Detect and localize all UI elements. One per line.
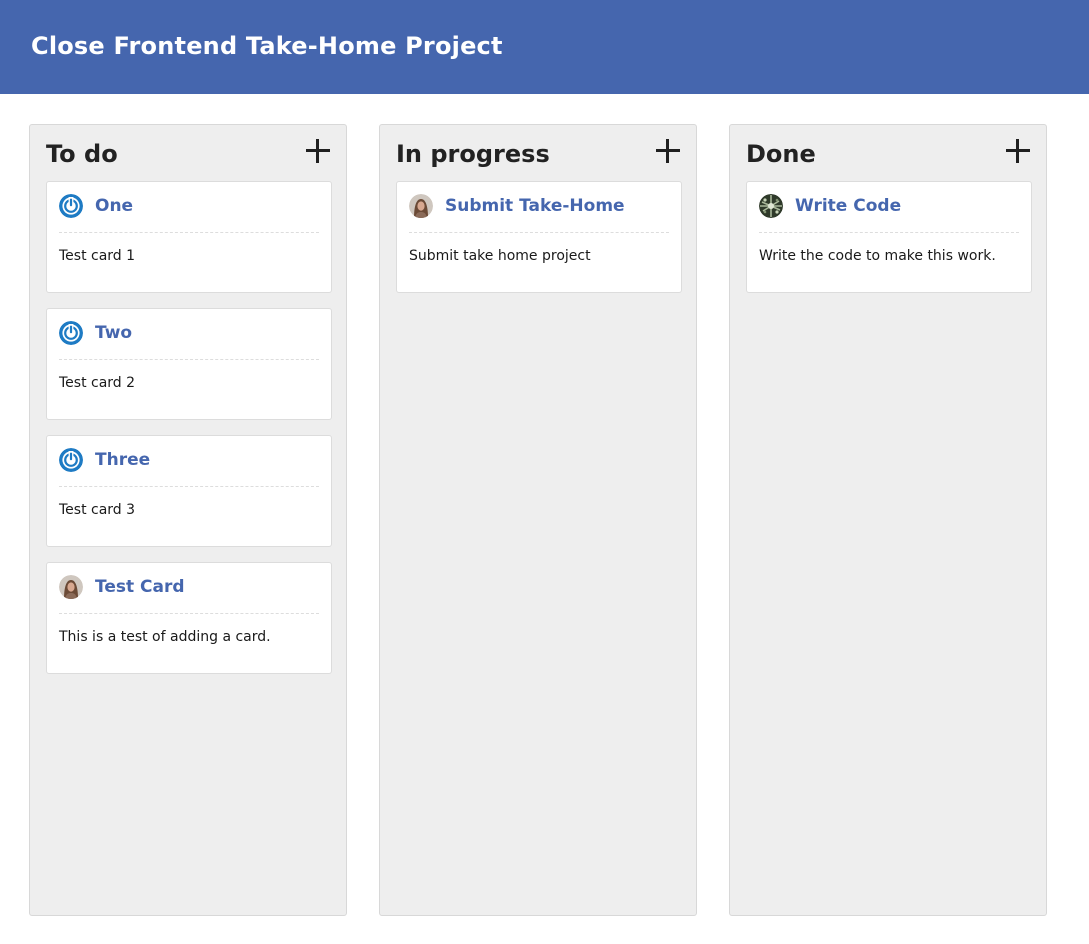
user-photo-avatar: [409, 194, 433, 218]
pattern-avatar: [759, 194, 783, 218]
column-title: In progress: [396, 140, 550, 168]
column-title: To do: [46, 140, 118, 168]
card-description: Write the code to make this work.: [759, 248, 996, 264]
card-title[interactable]: Write Code: [795, 195, 901, 217]
add-card-button[interactable]: [306, 139, 330, 163]
card-header: Three: [59, 448, 319, 487]
user-photo-avatar: [59, 575, 83, 599]
power-icon: [59, 448, 83, 472]
add-card-button[interactable]: [656, 139, 680, 163]
card-description: This is a test of adding a card.: [59, 629, 271, 645]
column-done: Done Write Code Write the code to make t…: [729, 124, 1047, 916]
card[interactable]: Submit Take-Home Submit take home projec…: [396, 181, 682, 293]
add-card-button[interactable]: [1006, 139, 1030, 163]
card[interactable]: Three Test card 3: [46, 435, 332, 547]
card-header: Write Code: [759, 194, 1019, 233]
power-icon: [59, 321, 83, 345]
app-header: Close Frontend Take-Home Project: [0, 0, 1089, 94]
card-description: Test card 3: [59, 502, 136, 518]
column-in-progress: In progress Submit Take-Home Submit take…: [379, 124, 697, 916]
card[interactable]: Two Test card 2: [46, 308, 332, 420]
card-description: Submit take home project: [409, 248, 591, 264]
card-description: Test card 1: [59, 248, 136, 264]
column-title: Done: [746, 140, 816, 168]
power-icon: [59, 194, 83, 218]
app-title: Close Frontend Take-Home Project: [31, 32, 503, 60]
column-todo: To do One Test card 1 Two Test card 2 Th…: [29, 124, 347, 916]
card-header: Submit Take-Home: [409, 194, 669, 233]
card-title[interactable]: Two: [95, 322, 132, 344]
card-title[interactable]: One: [95, 195, 133, 217]
card-header: Two: [59, 321, 319, 360]
card[interactable]: One Test card 1: [46, 181, 332, 293]
card-title[interactable]: Test Card: [95, 576, 185, 598]
card-header: Test Card: [59, 575, 319, 614]
card-description: Test card 2: [59, 375, 136, 391]
card-header: One: [59, 194, 319, 233]
card[interactable]: Test Card This is a test of adding a car…: [46, 562, 332, 674]
card-title[interactable]: Three: [95, 449, 150, 471]
card-title[interactable]: Submit Take-Home: [445, 195, 625, 217]
card[interactable]: Write Code Write the code to make this w…: [746, 181, 1032, 293]
